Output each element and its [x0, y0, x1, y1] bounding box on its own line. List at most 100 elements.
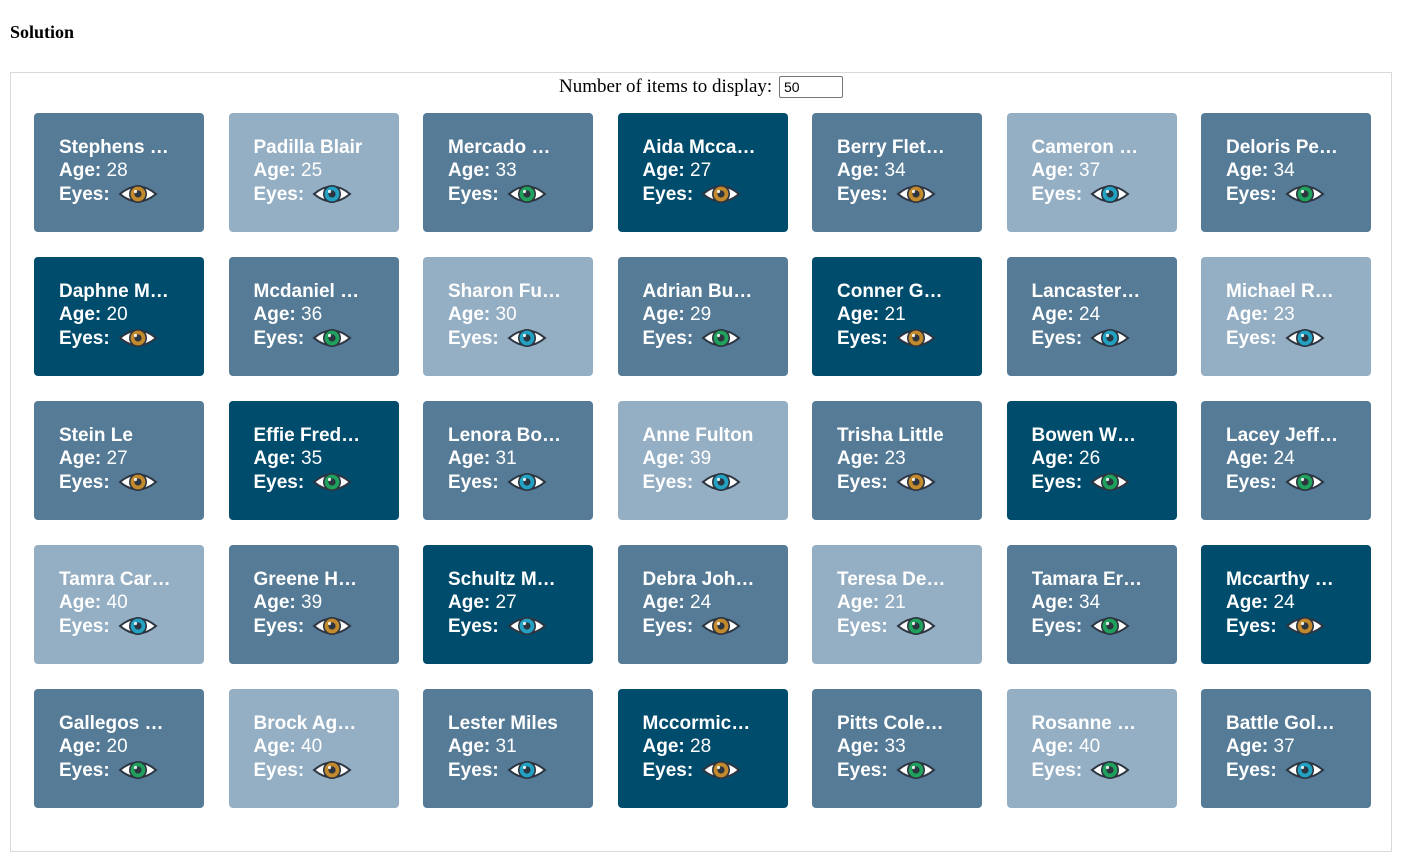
age-value: 24: [690, 592, 712, 613]
eyes-label: Eyes:: [642, 471, 694, 493]
person-name: Lacey Jeff…: [1226, 425, 1338, 446]
age-value: 40: [1079, 736, 1101, 757]
brown-eye-icon: [701, 182, 741, 206]
item-count-label: Number of items to display:: [559, 76, 773, 97]
eyes-label: Eyes:: [642, 183, 694, 205]
brown-eye-icon: [701, 614, 741, 638]
age-value: 25: [301, 160, 323, 181]
green-eye-icon: [312, 470, 352, 494]
eyes-row: Eyes:: [1226, 614, 1353, 638]
eyes-row: Eyes:: [1032, 182, 1159, 206]
eyes-row: Eyes:: [59, 182, 186, 206]
age-label: Age:: [59, 304, 102, 325]
age-value: 27: [495, 592, 517, 613]
age-label: Age:: [448, 736, 491, 757]
blue-eye-icon: [1285, 758, 1325, 782]
person-name: Michael R…: [1226, 281, 1334, 302]
age-row: Age: 37: [1032, 159, 1159, 182]
eyes-row: Eyes:: [1032, 614, 1159, 638]
age-label: Age:: [642, 160, 685, 181]
brown-eye-icon: [118, 182, 158, 206]
age-label: Age:: [642, 304, 685, 325]
person-card: Sharon Fu… Age: 30 Eyes:: [423, 257, 593, 376]
eyes-row: Eyes:: [448, 614, 575, 638]
age-value: 23: [884, 448, 906, 469]
person-card: Lancaster… Age: 24 Eyes:: [1006, 257, 1177, 376]
person-card: Battle Gol… Age: 37 Eyes:: [1201, 689, 1371, 808]
age-value: 39: [301, 592, 323, 613]
person-card: Adrian Bu… Age: 29 Eyes:: [617, 257, 788, 376]
person-name: Stein Le: [59, 425, 133, 446]
eyes-label: Eyes:: [59, 471, 110, 493]
person-name: Deloris Pe…: [1226, 137, 1338, 158]
eyes-label: Eyes:: [837, 327, 888, 349]
item-count-input[interactable]: [778, 76, 843, 98]
person-name: Padilla Blair: [253, 137, 363, 158]
age-row: Age: 39: [254, 591, 381, 614]
age-label: Age:: [1031, 304, 1074, 325]
solution-panel: Number of items to display: Stephens …Ag…: [10, 72, 1392, 852]
person-card: Teresa De… Age: 21 Eyes:: [812, 545, 982, 664]
brown-eye-icon: [701, 758, 741, 782]
person-card: Anne Fulton Age: 39 Eyes:: [617, 401, 788, 520]
age-value: 27: [106, 448, 128, 469]
age-label: Age:: [59, 448, 102, 469]
brown-eye-icon: [312, 758, 352, 782]
age-value: 31: [495, 736, 517, 757]
age-label: Age:: [448, 304, 491, 325]
person-name: Aida Mcca…: [642, 137, 756, 158]
eyes-row: Eyes:: [254, 470, 381, 494]
green-eye-icon: [896, 614, 936, 638]
eyes-row: Eyes:: [254, 614, 381, 638]
person-name: Bowen W…: [1031, 425, 1137, 446]
age-row: Age: 24: [1226, 447, 1353, 470]
person-name: Tamara Er…: [1031, 569, 1143, 590]
age-label: Age:: [837, 304, 880, 325]
blue-eye-icon: [507, 614, 547, 638]
person-card: Aida Mcca… Age: 27 Eyes:: [617, 113, 788, 232]
person-card: Lenora Bo… Age: 31 Eyes:: [423, 401, 593, 520]
age-label: Age:: [1226, 736, 1269, 757]
blue-eye-icon: [1090, 182, 1130, 206]
blue-eye-icon: [1285, 326, 1325, 350]
person-card: Schultz M… Age: 27 Eyes:: [423, 545, 593, 664]
blue-eye-icon: [507, 470, 547, 494]
age-label: Age:: [448, 592, 491, 613]
eyes-label: Eyes:: [253, 615, 305, 637]
eyes-label: Eyes:: [253, 759, 305, 781]
eyes-row: Eyes:: [1226, 182, 1353, 206]
age-label: Age:: [253, 160, 296, 181]
age-row: Age: 35: [254, 447, 381, 470]
person-card: Gallegos … Age: 20 Eyes:: [34, 689, 204, 808]
green-eye-icon: [1090, 614, 1130, 638]
person-card: Mercado … Age: 33 Eyes:: [423, 113, 593, 232]
person-card: Stephens … Age: 28 Eyes:: [34, 113, 204, 232]
age-value: 34: [1273, 160, 1295, 181]
green-eye-icon: [507, 182, 547, 206]
age-row: Age: 24: [1032, 303, 1159, 326]
age-row: Age: 40: [254, 735, 381, 758]
person-card: Deloris Pe… Age: 34 Eyes:: [1201, 113, 1371, 232]
age-row: Age: 23: [837, 447, 964, 470]
eyes-row: Eyes:: [643, 182, 770, 206]
age-row: Age: 27: [59, 447, 186, 470]
age-label: Age:: [1226, 448, 1269, 469]
eyes-label: Eyes:: [448, 471, 499, 493]
age-row: Age: 20: [59, 735, 186, 758]
age-value: 31: [495, 448, 517, 469]
age-label: Age:: [642, 736, 685, 757]
eyes-row: Eyes:: [1032, 326, 1159, 350]
brown-eye-icon: [312, 614, 352, 638]
person-name: Mccormic…: [642, 713, 751, 734]
age-value: 21: [884, 304, 906, 325]
age-label: Age:: [448, 160, 491, 181]
age-label: Age:: [1031, 448, 1074, 469]
eyes-label: Eyes:: [837, 615, 888, 637]
age-label: Age:: [1031, 736, 1074, 757]
age-row: Age: 27: [643, 159, 770, 182]
eyes-row: Eyes:: [254, 758, 381, 782]
age-label: Age:: [253, 592, 296, 613]
person-name: Lenora Bo…: [448, 425, 561, 446]
eyes-row: Eyes:: [448, 470, 575, 494]
eyes-row: Eyes:: [837, 182, 964, 206]
